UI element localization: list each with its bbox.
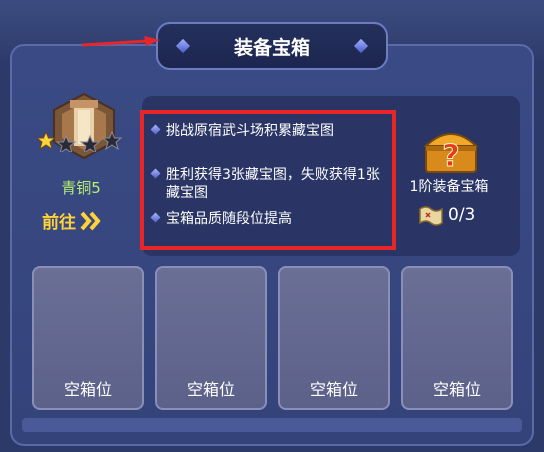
star-empty-icon: [79, 134, 101, 152]
star-empty-icon: [101, 130, 123, 151]
slot-label: 空箱位: [432, 380, 481, 399]
slot-label: 空箱位: [63, 380, 112, 399]
rule-item: 挑战原宿武斗场积累藏宝图: [150, 122, 386, 140]
page-title: 装备宝箱: [233, 36, 310, 59]
goto-button[interactable]: 前往: [42, 208, 102, 233]
double-chevron-right-icon: [80, 211, 101, 230]
chest-slot[interactable]: 空箱位: [278, 266, 390, 410]
chest-slot[interactable]: 空箱位: [401, 266, 513, 410]
rules-highlight-box: 挑战原宿武斗场积累藏宝图 胜利获得3张藏宝图，失败获得1张藏宝图 宝箱品质随段位…: [140, 110, 396, 250]
rule-item: 胜利获得3张藏宝图，失败获得1张藏宝图: [150, 166, 386, 202]
title-tab: 装备宝箱: [156, 22, 388, 70]
treasure-map-icon: [419, 206, 443, 226]
gem-right-icon: [353, 38, 369, 54]
star-filled-icon: [36, 130, 57, 151]
map-progress: 0/3: [418, 204, 475, 226]
rule-item: 宝箱品质随段位提高: [150, 210, 386, 228]
treasure-chest-icon: ?: [423, 133, 479, 175]
treasure-chest[interactable]: ?: [420, 122, 482, 180]
rank-badge: [36, 92, 128, 176]
goto-label: 前往: [42, 213, 76, 233]
panel-footer-bar: [22, 418, 522, 432]
chest-slot[interactable]: 空箱位: [32, 266, 144, 410]
progress-count: 0/3: [448, 205, 476, 225]
rank-stars: [36, 130, 123, 152]
annotation-arrow-icon: [82, 36, 160, 47]
rank-name: 青铜5: [61, 179, 101, 197]
slot-label: 空箱位: [309, 380, 358, 399]
svg-text:?: ?: [442, 139, 459, 174]
star-empty-icon: [55, 134, 77, 152]
gem-left-icon: [175, 38, 191, 54]
chest-slot[interactable]: 空箱位: [155, 266, 267, 410]
slot-label: 空箱位: [186, 380, 235, 399]
chest-name: 1阶装备宝箱: [409, 179, 489, 195]
